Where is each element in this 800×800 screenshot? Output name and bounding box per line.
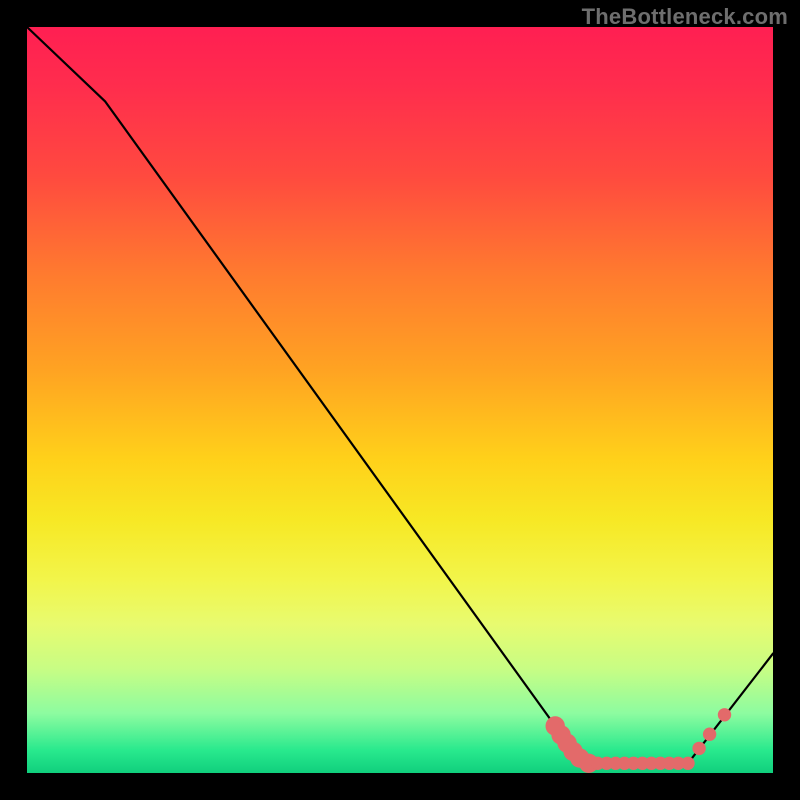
marker-dot xyxy=(703,728,716,741)
chart-frame: TheBottleneck.com xyxy=(0,0,800,800)
plot-area xyxy=(27,27,773,773)
watermark-label: TheBottleneck.com xyxy=(582,4,788,30)
marker-dot xyxy=(681,757,694,770)
marker-dot xyxy=(692,742,705,755)
highlight-markers xyxy=(546,708,732,773)
marker-dot xyxy=(718,708,731,721)
bottleneck-curve-line xyxy=(27,27,773,763)
chart-svg xyxy=(27,27,773,773)
